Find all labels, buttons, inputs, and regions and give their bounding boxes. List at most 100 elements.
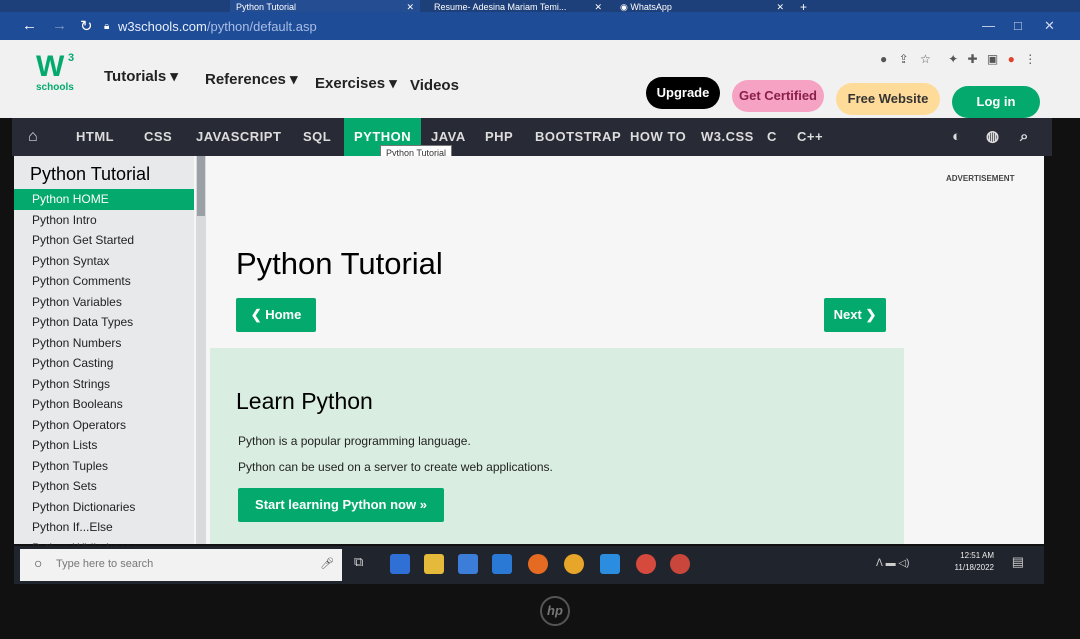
sidebar-item[interactable]: Python Sets <box>14 476 194 497</box>
url-field[interactable]: w3schools.com/python/default.asp <box>118 19 317 34</box>
nav-bootstrap[interactable]: BOOTSTRAP <box>535 118 621 156</box>
taskbar-search[interactable]: ○ Type here to search 🎤︎ <box>20 549 342 581</box>
free-website-button[interactable]: Free Website <box>836 83 940 115</box>
sidebar-item[interactable]: Python Strings <box>14 374 194 395</box>
google-icon[interactable]: ● <box>880 52 887 66</box>
home-icon[interactable]: ⌂ <box>28 118 38 156</box>
forward-icon[interactable]: → <box>52 17 67 34</box>
microphone-icon[interactable]: 🎤︎ <box>320 557 334 570</box>
sidebar-title: Python Tutorial <box>30 164 151 184</box>
sidebar-item[interactable]: Python Booleans <box>14 394 194 415</box>
sidebar-item[interactable]: Python Casting <box>14 353 194 374</box>
url-path: /python/default.asp <box>206 19 317 34</box>
nav-cpp[interactable]: C++ <box>797 118 823 156</box>
menu-references[interactable]: References ▾ <box>205 70 298 88</box>
next-button[interactable]: Next ❯ <box>824 298 886 332</box>
browser-tab-bar: Python Tutorial ✕ Resume- Adesina Mariam… <box>0 0 1080 14</box>
logo-schools: schools <box>36 82 74 93</box>
nav-w3css[interactable]: W3.CSS <box>701 118 754 156</box>
nav-css[interactable]: CSS <box>144 118 172 156</box>
nav-howto[interactable]: HOW TO <box>630 118 686 156</box>
notification-icon[interactable]: ▤ <box>1012 554 1024 570</box>
file-explorer-icon[interactable] <box>424 554 444 574</box>
sidebar: Python Tutorial Python HOME Python Intro P… <box>14 156 194 555</box>
whatsapp-icon: ◉ <box>620 2 631 12</box>
learn-heading: Learn Python <box>236 388 373 414</box>
menu-tutorials[interactable]: Tutorials ▾ <box>104 67 178 85</box>
tab-label: WhatsApp <box>630 2 672 12</box>
upgrade-button[interactable]: Upgrade <box>646 77 720 109</box>
logo-3: 3 <box>68 52 75 64</box>
nav-html[interactable]: HTML <box>76 118 114 156</box>
puzzle-icon[interactable]: ✚ <box>968 52 978 66</box>
reload-icon[interactable]: ↻ <box>80 17 93 35</box>
tab-label: Python Tutorial <box>236 2 297 12</box>
sidebar-item[interactable]: Python HOME <box>14 189 194 210</box>
minimize-icon[interactable]: — <box>982 18 995 33</box>
share-icon[interactable]: ⇪ <box>899 52 909 66</box>
page-body: Python Tutorial Python HOME Python Intro P… <box>14 156 1044 555</box>
chrome-profile-icon[interactable] <box>670 554 690 574</box>
back-icon[interactable]: ← <box>22 17 37 34</box>
globe-icon[interactable]: ◍ <box>986 118 1000 156</box>
nav-javascript[interactable]: JAVASCRIPT <box>196 118 281 156</box>
clock-date: 11/18/2022 <box>954 563 994 572</box>
clock-time: 12:51 AM <box>960 551 994 560</box>
nav-sql[interactable]: SQL <box>303 118 331 156</box>
sidebar-item[interactable]: Python Variables <box>14 292 194 313</box>
maximize-icon[interactable]: □ <box>1014 18 1022 33</box>
advertisement-label: ADVERTISEMENT <box>946 174 1015 183</box>
extension-icon[interactable]: ✦ <box>948 52 958 66</box>
edge-icon[interactable] <box>390 554 410 574</box>
chrome-active-icon[interactable] <box>636 554 656 574</box>
menu-videos[interactable]: Videos <box>410 77 459 94</box>
search-placeholder: Type here to search <box>56 558 154 570</box>
url-host: w3schools.com <box>118 19 207 34</box>
tab-label: Resume- Adesina Mariam Temi... <box>434 2 567 12</box>
sidebar-item[interactable]: Python Intro <box>14 210 194 231</box>
sidebar-scrollbar[interactable] <box>196 156 206 544</box>
sidepanel-icon[interactable]: ▣ <box>987 52 998 66</box>
start-learning-button[interactable]: Start learning Python now » <box>238 488 444 522</box>
kebab-menu-icon[interactable]: ⋮ <box>1024 52 1036 66</box>
sidebar-item[interactable]: Python Lists <box>14 435 194 456</box>
sidebar-item[interactable]: Python Data Types <box>14 312 194 333</box>
sidebar-item[interactable]: Python Get Started <box>14 230 194 251</box>
firefox-icon[interactable] <box>528 554 548 574</box>
profile-avatar[interactable]: ● <box>1008 52 1015 66</box>
window-close-icon[interactable]: ✕ <box>1044 18 1055 34</box>
lock-icon: 🔒︎ <box>104 21 110 32</box>
store-icon[interactable] <box>458 554 478 574</box>
sidebar-item[interactable]: Python Numbers <box>14 333 194 354</box>
chrome-icon[interactable] <box>564 554 584 574</box>
sidebar-item[interactable]: Python Operators <box>14 415 194 436</box>
home-button[interactable]: ❮ Home <box>236 298 316 332</box>
search-icon[interactable]: ⌕ <box>1020 118 1029 156</box>
nav-php[interactable]: PHP <box>485 118 513 156</box>
learn-paragraph-1: Python is a popular programming language… <box>238 434 471 448</box>
scrollbar-thumb[interactable] <box>197 156 205 216</box>
search-circle-icon: ○ <box>34 555 43 571</box>
vscode-icon[interactable] <box>600 554 620 574</box>
task-view-icon[interactable]: ⧉ <box>354 554 374 574</box>
mail-icon[interactable] <box>492 554 512 574</box>
learn-paragraph-2: Python can be used on a server to create… <box>238 460 553 474</box>
get-certified-button[interactable]: Get Certified <box>732 80 824 112</box>
menu-exercises[interactable]: Exercises ▾ <box>315 74 397 92</box>
sidebar-item[interactable]: Python Dictionaries <box>14 497 194 518</box>
w3schools-logo[interactable]: W 3 schools <box>34 50 78 96</box>
taskbar-clock[interactable]: 12:51 AM 11/18/2022 <box>955 550 994 574</box>
star-icon[interactable]: ☆ <box>920 52 931 66</box>
sidebar-list: Python HOME Python Intro Python Get Starte… <box>14 189 194 558</box>
sidebar-item[interactable]: Python Comments <box>14 271 194 292</box>
sidebar-item[interactable]: Python Syntax <box>14 251 194 272</box>
theme-toggle-icon[interactable]: ◐ <box>952 118 962 156</box>
nav-c[interactable]: C <box>767 118 777 156</box>
sidebar-item[interactable]: Python Tuples <box>14 456 194 477</box>
main-content: Python Tutorial ❮ Home Next ❯ Learn Pyth… <box>210 156 910 544</box>
learn-python-box: Learn Python Python is a popular program… <box>210 348 904 544</box>
sidebar-item[interactable]: Python If...Else <box>14 517 194 538</box>
site-header: W 3 schools Tutorials ▾ References ▾ Exe… <box>0 40 1080 118</box>
system-tray-icons[interactable]: ᐱ ▬ ◁) <box>876 558 909 569</box>
login-button[interactable]: Log in <box>952 86 1040 118</box>
